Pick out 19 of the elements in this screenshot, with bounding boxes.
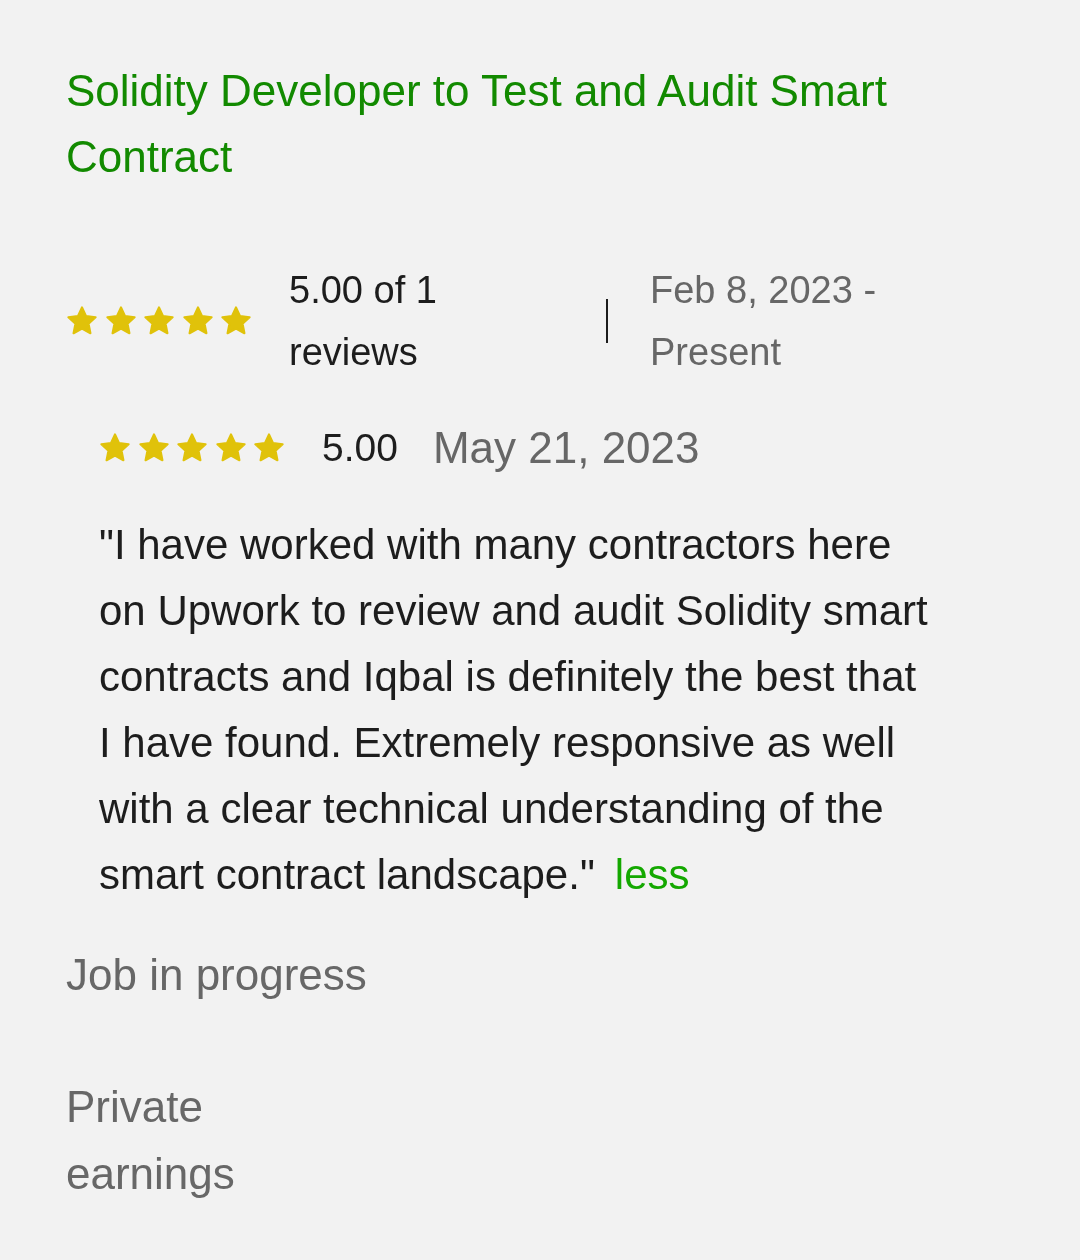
review-date: May 21, 2023 bbox=[432, 423, 700, 473]
star-icon bbox=[220, 305, 252, 337]
star-icon bbox=[214, 432, 247, 464]
star-icon bbox=[176, 432, 208, 464]
review-quote: "I have worked with many contractors here on Upwork to review and audit Solidity smart contracts and Iqbal is definitely the best that I have found. Extremely responsive as well with a clear technical understanding of the smart contract landscape." less bbox=[99, 520, 929, 900]
star-icon bbox=[104, 305, 137, 337]
star-icon bbox=[137, 432, 170, 464]
star-icon bbox=[143, 305, 175, 337]
star-icon bbox=[66, 305, 98, 337]
star-icon bbox=[181, 305, 214, 337]
less-link[interactable]: less bbox=[614, 851, 690, 898]
star-icon bbox=[253, 432, 285, 464]
job-title-link[interactable]: Solidity Developer to Test and Audit Smart Contract bbox=[66, 58, 966, 190]
review-score: 5.00 bbox=[322, 426, 398, 470]
earnings-label: Private earnings bbox=[66, 1081, 236, 1200]
rating-summary: 5.00 of 1 reviews bbox=[289, 268, 438, 375]
job-period: Feb 8, 2023 - Present bbox=[650, 268, 878, 375]
job-status: Job in progress bbox=[66, 949, 368, 1001]
star-icon bbox=[99, 432, 131, 464]
